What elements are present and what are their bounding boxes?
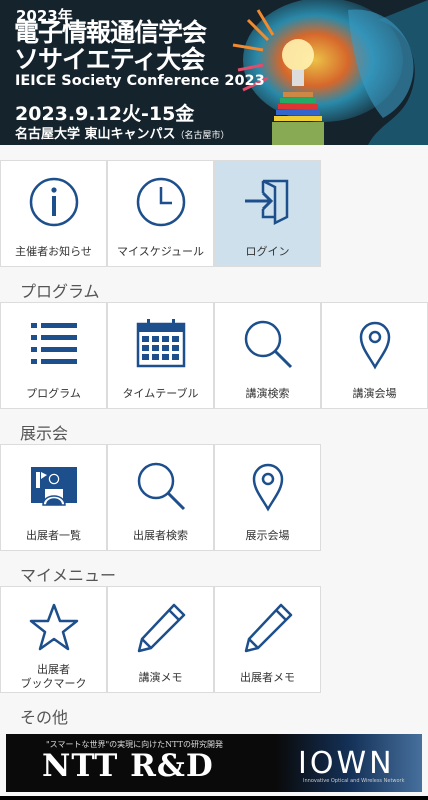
tile-label: 講演検索 (245, 387, 290, 400)
tile-exhibitor-list[interactable]: 出展者一覧 (0, 444, 107, 551)
tile-talk-venue[interactable]: 講演会場 (321, 302, 428, 409)
exhibition-row: 出展者一覧 出展者検索 展示会場 (0, 444, 428, 551)
banner-venue: 名古屋大学 東山キャンパス（名古屋市） (15, 123, 230, 142)
ad-iown-sub: Innovative Optical and Wireless Network (303, 778, 405, 784)
pencil-icon (244, 603, 293, 653)
pencil-icon (137, 603, 186, 653)
tile-login[interactable]: ログイン (214, 160, 321, 267)
tile-label: 出展者一覧 (26, 529, 81, 542)
tile-my-schedule[interactable]: マイスケジュール (107, 160, 214, 267)
banner-venue-city: （名古屋市） (175, 131, 230, 141)
ad-brand: NTT R&D (42, 748, 214, 784)
tile-label: 展示会場 (245, 529, 290, 542)
tile-exhibitor-bookmark[interactable]: 出展者 ブックマーク (0, 586, 107, 693)
my-menu-row: 出展者 ブックマーク 講演メモ 出展者メモ (0, 586, 428, 693)
section-title-other: その他 (20, 708, 69, 727)
tile-program[interactable]: プログラム (0, 302, 107, 409)
map-pin-icon (252, 463, 284, 512)
tile-exhibition-venue[interactable]: 展示会場 (214, 444, 321, 551)
tile-label-line2: ブックマーク (20, 677, 87, 690)
program-row: プログラム タイムテーブル 講演検索 講演会場 (0, 302, 428, 409)
search-icon (137, 462, 186, 511)
tile-label: 出展者検索 (133, 529, 188, 542)
tile-label: 講演会場 (352, 387, 397, 400)
banner-title-en: IEICE Society Conference 2023 (15, 73, 265, 89)
section-title-exhibition: 展示会 (20, 424, 69, 443)
section-title-program: プログラム (20, 282, 100, 301)
clock-icon (136, 177, 186, 227)
tile-talk-memo[interactable]: 講演メモ (107, 586, 214, 693)
tile-label: プログラム (26, 387, 81, 400)
list-icon (31, 323, 77, 364)
tile-timetable[interactable]: タイムテーブル (107, 302, 214, 409)
login-icon (245, 179, 289, 226)
tile-label: 出展者 ブックマーク (1, 663, 106, 691)
top-menu-row: 主催者お知らせ マイスケジュール ログイン (0, 160, 428, 267)
presenter-icon (31, 467, 77, 506)
tile-label: 出展者メモ (240, 671, 295, 684)
tile-talk-search[interactable]: 講演検索 (214, 302, 321, 409)
tile-label: マイスケジュール (117, 245, 204, 258)
ad-iown-logo: IOWN (298, 746, 395, 781)
info-icon (29, 177, 79, 227)
tile-label: タイムテーブル (122, 387, 199, 400)
section-title-my-menu: マイメニュー (20, 566, 117, 585)
banner-venue-name: 名古屋大学 東山キャンパス (15, 127, 176, 142)
tile-exhibitor-memo[interactable]: 出展者メモ (214, 586, 321, 693)
bottom-bar (0, 796, 428, 800)
star-icon (29, 603, 79, 651)
tile-label: ログイン (245, 245, 290, 258)
tile-organizer-news[interactable]: 主催者お知らせ (0, 160, 107, 267)
search-icon (244, 320, 293, 369)
ntt-ad-banner[interactable]: "スマートな世界"の実現に向けたNTTの研究開発 NTT R&D IOWN In… (6, 734, 422, 792)
banner-title-line2: ソサイエティ大会 (14, 45, 205, 74)
calendar-icon (136, 319, 186, 368)
banner-title-line1: 電子情報通信学会 (14, 18, 207, 47)
tile-label-line1: 出展者 (37, 663, 70, 676)
tile-label: 講演メモ (138, 671, 183, 684)
tile-exhibitor-search[interactable]: 出展者検索 (107, 444, 214, 551)
tile-label: 主催者お知らせ (15, 245, 92, 258)
conference-banner: 2023年 電子情報通信学会 ソサイエティ大会 IEICE Society Co… (0, 0, 428, 145)
banner-date: 2023.9.12火-15金 (15, 103, 195, 125)
map-pin-icon (359, 321, 391, 370)
